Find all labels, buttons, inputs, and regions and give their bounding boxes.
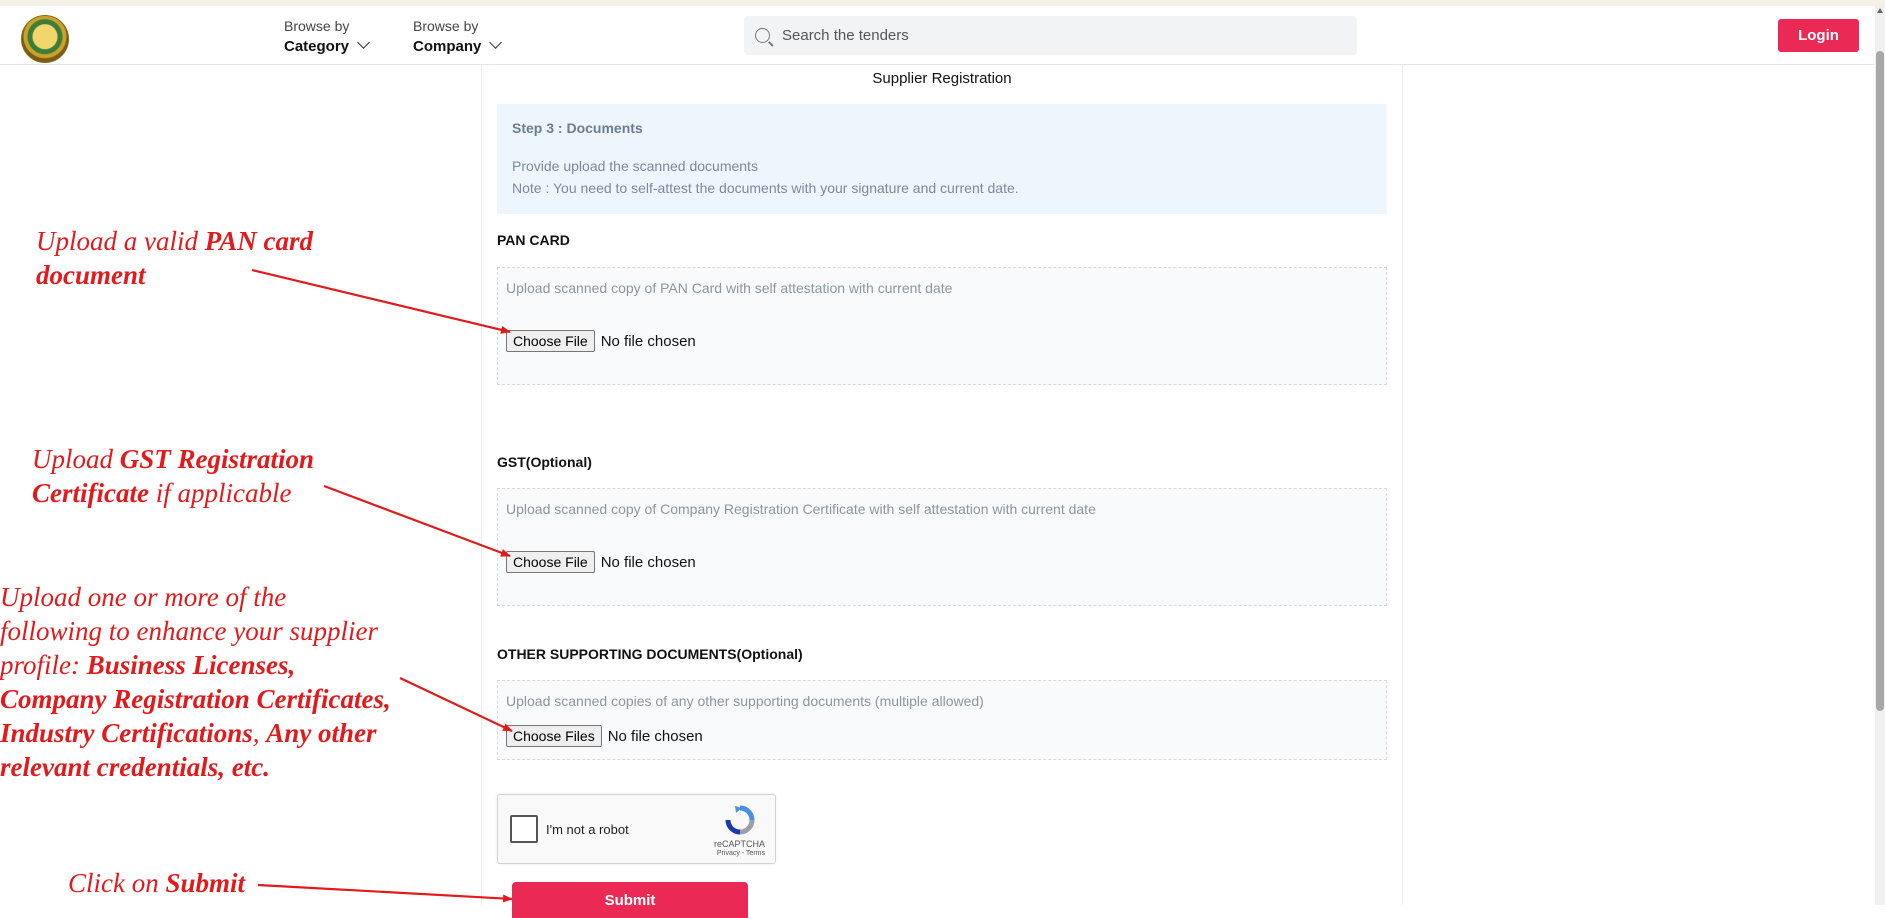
search-bar: [744, 16, 1357, 55]
arrow-to-submit: [257, 883, 513, 903]
browse-company-label: Company: [413, 38, 482, 55]
recaptcha-brand: reCAPTCHA: [713, 839, 765, 849]
annotation-other-line1: Upload one or more of the: [0, 582, 287, 612]
gst-file-status: No file chosen: [600, 553, 696, 571]
page-title: Supplier Registration: [872, 70, 1012, 87]
annotation-pan-bold: PAN card: [204, 226, 313, 256]
browse-company-small: Browse by: [413, 18, 479, 34]
annotation-submit: Click on Submit: [68, 866, 245, 900]
search-input[interactable]: [780, 26, 1344, 45]
submit-button[interactable]: Submit: [512, 882, 748, 918]
annotation-gst: Upload GST Registration Certificate if a…: [32, 442, 314, 510]
scrollbar-thumb[interactable]: [1876, 51, 1884, 711]
emblem-logo[interactable]: [21, 15, 69, 63]
other-documents-file-status: No file chosen: [607, 727, 703, 745]
recaptcha-checkbox[interactable]: [510, 815, 538, 843]
gst-label: GST(Optional): [497, 454, 592, 470]
recaptcha-label: I'm not a robot: [546, 822, 629, 837]
annotation-gst-certificate: Certificate: [32, 478, 149, 508]
annotation-other-documents: Upload one or more of the following to e…: [0, 580, 391, 784]
recaptcha-widget: I'm not a robot reCAPTCHA Privacy - Term…: [497, 794, 776, 864]
annotation-gst-text: Upload: [32, 444, 120, 474]
annotation-other-company: Company Registration Certificates,: [0, 684, 391, 714]
browse-by-category[interactable]: Browse by Category: [284, 16, 370, 57]
pan-choose-file-button[interactable]: Choose File: [506, 330, 595, 352]
chevron-down-icon: [357, 36, 370, 49]
gst-upload-box: Upload scanned copy of Company Registrat…: [497, 488, 1387, 606]
annotation-gst-bold: GST Registration: [119, 444, 315, 474]
browse-category-label: Category: [284, 38, 350, 55]
annotation-other-industry: Industry Certifications: [0, 718, 253, 748]
pan-upload-box: Upload scanned copy of PAN Card with sel…: [497, 267, 1387, 385]
browse-by-company[interactable]: Browse by Company: [413, 16, 503, 57]
annotation-pan-text: Upload a valid: [36, 226, 205, 256]
gst-upload-hint: Upload scanned copy of Company Registrat…: [506, 501, 1096, 517]
gst-choose-file-button[interactable]: Choose File: [506, 551, 595, 573]
search-icon: [755, 28, 770, 43]
other-documents-upload-box: Upload scanned copies of any other suppo…: [497, 680, 1387, 760]
recaptcha-terms-link[interactable]: Privacy - Terms: [717, 850, 765, 857]
other-documents-label: OTHER SUPPORTING DOCUMENTS(Optional): [497, 646, 803, 662]
annotation-submit-bold: Submit: [165, 868, 246, 898]
login-button[interactable]: Login: [1778, 19, 1859, 52]
gst-file-input: Choose File No file chosen: [506, 551, 696, 573]
step-instruction: Provide upload the scanned documents: [512, 158, 758, 174]
header-bar: Browse by Category Browse by Company Log…: [0, 6, 1885, 65]
pan-file-input: Choose File No file chosen: [506, 330, 696, 352]
annotation-pan: Upload a valid PAN card document: [36, 224, 313, 292]
step-heading: Step 3 : Documents: [512, 120, 643, 136]
scroll-up-arrow-icon[interactable]: [1877, 8, 1883, 13]
annotation-other-business: Business Licenses,: [86, 650, 296, 680]
step-info-panel: Step 3 : Documents Provide upload the sc…: [497, 104, 1387, 214]
other-documents-file-input: Choose Files No file chosen: [506, 725, 703, 747]
pan-file-status: No file chosen: [600, 332, 696, 350]
annotation-other-relevant: relevant credentials, etc.: [0, 752, 270, 782]
annotation-other-line3: profile:: [0, 650, 87, 680]
page-scrollbar[interactable]: [1875, 6, 1885, 905]
pan-card-label: PAN CARD: [497, 232, 570, 248]
annotation-submit-text: Click on: [68, 868, 166, 898]
recaptcha-logo-icon: [725, 805, 755, 835]
annotation-other-any: Any other: [266, 718, 377, 748]
registration-form: Supplier Registration Step 3 : Documents…: [481, 64, 1403, 918]
pan-upload-hint: Upload scanned copy of PAN Card with sel…: [506, 280, 953, 296]
browse-category-small: Browse by: [284, 18, 350, 34]
annotation-other-line2: following to enhance your supplier: [0, 616, 378, 646]
annotation-other-comma: ,: [252, 718, 267, 748]
chevron-down-icon: [489, 36, 503, 49]
annotation-pan-document: document: [36, 260, 146, 290]
other-documents-choose-files-button[interactable]: Choose Files: [506, 725, 602, 747]
other-documents-hint: Upload scanned copies of any other suppo…: [506, 693, 984, 709]
annotation-gst-applicable: if applicable: [148, 478, 292, 508]
step-note: Note : You need to self-attest the docum…: [512, 180, 1019, 196]
